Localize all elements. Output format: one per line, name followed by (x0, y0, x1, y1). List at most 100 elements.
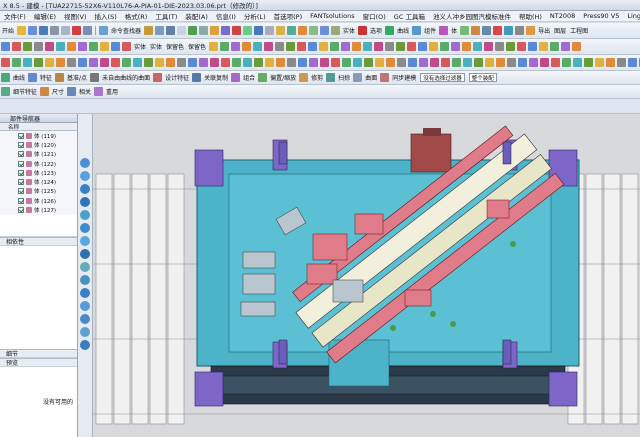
tree-row[interactable]: 体 (125) (0, 187, 77, 196)
tree-row[interactable]: 体 (120) (0, 140, 77, 149)
visibility-checkbox[interactable] (18, 132, 24, 139)
sweep-menu[interactable]: 扫掠 (338, 73, 350, 82)
combine-menu[interactable]: 组合 (243, 73, 255, 82)
mold-tool-icon[interactable] (254, 58, 263, 67)
combine-icon[interactable] (231, 73, 241, 82)
mold-tool-icon[interactable] (34, 58, 43, 67)
mold-tool-icon[interactable] (166, 58, 175, 67)
feature-menu[interactable]: 特征 (40, 73, 52, 82)
mold-tool-icon[interactable] (199, 58, 208, 67)
mold-tool-icon[interactable] (89, 42, 98, 51)
mold-tool-icon[interactable] (1, 58, 10, 67)
menu-item[interactable]: GC 工具箱 (390, 11, 429, 21)
mold-tool-icon[interactable] (177, 58, 186, 67)
mold-tool-icon[interactable] (111, 42, 120, 51)
mold-tool-icon[interactable] (529, 58, 538, 67)
mold-tool-icon[interactable] (573, 58, 582, 67)
web-browser-icon[interactable] (80, 210, 90, 220)
open-icon[interactable] (28, 26, 38, 35)
mold-tool-icon[interactable] (396, 42, 406, 51)
tool-icon[interactable] (287, 26, 297, 35)
cut-icon[interactable] (50, 26, 60, 35)
body-button[interactable]: 体 (451, 26, 457, 35)
mold-tool-icon[interactable] (473, 42, 483, 51)
mold-tool-icon[interactable] (155, 58, 164, 67)
menu-item[interactable]: 信息(I) (212, 11, 240, 21)
mold-tool-icon[interactable] (430, 58, 439, 67)
mold-tool-icon[interactable] (561, 42, 571, 51)
mold-tool-icon[interactable] (144, 58, 153, 67)
tool-icon[interactable] (298, 26, 308, 35)
tool-icon[interactable] (265, 26, 275, 35)
tool-icon[interactable] (155, 26, 165, 35)
command-finder-icon[interactable] (99, 26, 109, 35)
mold-tool-icon[interactable] (342, 58, 351, 67)
mold-tool-icon[interactable] (297, 42, 307, 51)
mold-tool-icon[interactable] (584, 58, 593, 67)
mold-tool-icon[interactable] (23, 58, 32, 67)
datum-icon[interactable] (55, 73, 65, 82)
assembly-navigator-icon[interactable] (80, 158, 90, 168)
tool-icon[interactable] (460, 26, 470, 35)
resource-icon[interactable] (80, 340, 90, 350)
mold-tool-icon[interactable] (56, 42, 65, 51)
delete-icon[interactable] (72, 26, 82, 35)
dependency-panel-header[interactable]: 相依性 (0, 236, 77, 246)
visibility-checkbox[interactable] (18, 169, 24, 176)
mold-tool-icon[interactable] (308, 42, 318, 51)
layer-button[interactable]: 图层 (554, 26, 566, 35)
mold-tool-icon[interactable] (232, 58, 241, 67)
start-menu-button[interactable]: 开始 (2, 26, 14, 35)
mold-tool-icon[interactable] (353, 58, 362, 67)
assoc-copy-icon[interactable] (192, 73, 202, 82)
feature-icon[interactable] (28, 73, 38, 82)
tool-icon[interactable] (526, 26, 536, 35)
reuse-menu[interactable]: 重用 (106, 87, 118, 96)
mold-tool-icon[interactable] (463, 58, 472, 67)
selection-scope-dropdown[interactable]: 整个装配 (468, 73, 497, 82)
menu-item[interactable]: NT2008 (546, 12, 579, 20)
trim-menu[interactable]: 修剪 (311, 73, 323, 82)
tool-icon[interactable] (471, 26, 481, 35)
menu-item[interactable]: 工具(T) (151, 11, 181, 21)
menu-item[interactable]: 池义人冲乡园图汽模标准件 (429, 11, 515, 21)
roles-icon[interactable] (80, 262, 90, 272)
graphics-window[interactable] (93, 114, 640, 437)
mold-tool-icon[interactable] (364, 58, 373, 67)
mold-tool-icon[interactable] (319, 42, 329, 51)
tool-icon[interactable] (210, 26, 220, 35)
mold-tool-icon[interactable] (418, 42, 428, 51)
select-icon[interactable] (358, 26, 368, 35)
mold-tool-icon[interactable] (231, 42, 241, 51)
resource-icon[interactable] (80, 314, 90, 324)
detail-feature-icon[interactable] (1, 87, 10, 96)
tool-icon[interactable] (166, 26, 176, 35)
tree-row[interactable]: 体 (123) (0, 168, 77, 177)
mold-tool-icon[interactable] (507, 58, 516, 67)
drawing-button[interactable]: 工程图 (570, 26, 588, 35)
menu-item[interactable]: FANTsolutions (306, 12, 358, 20)
tree-row[interactable]: 体 (126) (0, 196, 77, 205)
mold-tool-icon[interactable] (441, 58, 450, 67)
command-finder-button[interactable]: 命令查找器 (111, 26, 141, 35)
mold-tool-icon[interactable] (375, 58, 384, 67)
save-icon[interactable] (39, 26, 49, 35)
menu-item[interactable]: 视图(V) (60, 11, 91, 21)
visibility-checkbox[interactable] (18, 160, 24, 167)
mold-tool-icon[interactable] (34, 42, 43, 51)
mold-tool-icon[interactable] (243, 58, 252, 67)
new-file-icon[interactable] (17, 26, 27, 35)
solid-tool-button[interactable]: 实体 (134, 42, 146, 51)
component-button[interactable]: 组件 (424, 26, 436, 35)
menu-item[interactable]: 编辑(E) (30, 11, 60, 21)
mold-tool-icon[interactable] (397, 58, 406, 67)
mold-tool-icon[interactable] (45, 58, 54, 67)
mold-tool-icon[interactable] (485, 58, 494, 67)
mold-tool-icon[interactable] (352, 42, 362, 51)
mold-tool-icon[interactable] (595, 58, 604, 67)
mold-tool-icon[interactable] (506, 42, 516, 51)
curve-icon[interactable] (385, 26, 395, 35)
resource-icon[interactable] (80, 327, 90, 337)
tool-icon[interactable] (188, 26, 198, 35)
related-icon[interactable] (67, 87, 77, 96)
